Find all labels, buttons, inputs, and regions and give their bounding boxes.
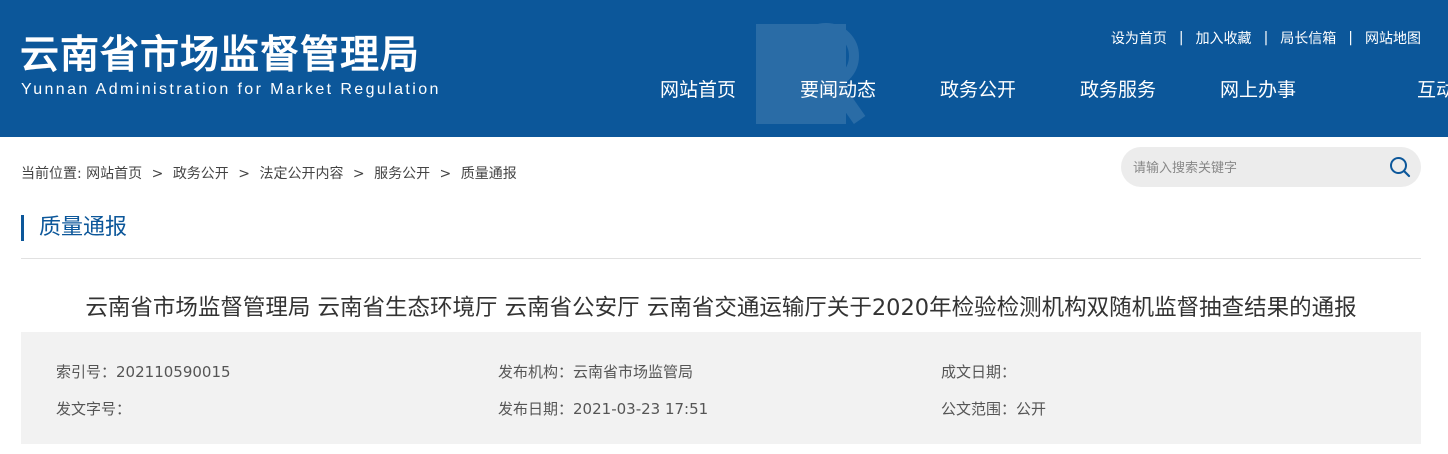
nav-item-gov-affairs[interactable]: 政务公开: [908, 70, 1048, 110]
meta-publisher-label: 发布机构：: [498, 363, 574, 381]
breadcrumb-separator: >: [439, 166, 452, 182]
section-title: 质量通报: [21, 215, 127, 241]
search-box: [1121, 147, 1421, 187]
meta-written-date-label: 成文日期：: [941, 363, 1017, 381]
meta-scope-value: 公开: [1016, 400, 1047, 418]
meta-publish-date: 发布日期：2021-03-23 17:51: [498, 398, 708, 419]
breadcrumb-prefix: 当前位置:: [21, 166, 82, 182]
meta-index: 索引号：202110590015: [56, 361, 231, 382]
meta-row: 索引号：202110590015 发布机构：云南省市场监管局 成文日期：: [21, 361, 1421, 381]
meta-scope-label: 公文范围：: [941, 400, 1017, 418]
site-logo-title[interactable]: 云南省市场监督管理局: [20, 24, 420, 80]
nav-item-online-services[interactable]: 网上办事: [1188, 70, 1328, 110]
meta-publisher: 发布机构：云南省市场监管局: [498, 361, 693, 382]
meta-publish-date-value: 2021-03-23 17:51: [573, 400, 709, 418]
director-mailbox-link[interactable]: 局长信箱: [1280, 28, 1336, 48]
breadcrumb-item-statutory[interactable]: 法定公开内容: [259, 166, 343, 182]
nav-item-gov-services[interactable]: 政务服务: [1048, 70, 1188, 110]
breadcrumb-separator: >: [151, 166, 164, 182]
breadcrumb-item-service[interactable]: 服务公开: [374, 166, 430, 182]
utility-links: 设为首页 | 加入收藏 | 局长信箱 | 网站地图: [1111, 28, 1421, 48]
meta-scope: 公文范围：公开: [941, 398, 1046, 419]
set-homepage-link[interactable]: 设为首页: [1111, 28, 1167, 48]
article-title: 云南省市场监督管理局 云南省生态环境厅 云南省公安厅 云南省交通运输厅关于202…: [85, 295, 1357, 321]
meta-doc-number: 发文字号：: [56, 398, 131, 419]
breadcrumb: 当前位置: 网站首页 > 政务公开 > 法定公开内容 > 服务公开 > 质量通报: [21, 163, 517, 183]
link-separator: |: [1348, 30, 1353, 46]
nav-item-interaction[interactable]: 互动交流: [1328, 70, 1448, 110]
meta-row: 发文字号： 发布日期：2021-03-23 17:51 公文范围：公开: [21, 398, 1421, 418]
sitemap-link[interactable]: 网站地图: [1365, 28, 1421, 48]
meta-publisher-value: 云南省市场监管局: [573, 363, 694, 381]
meta-index-label: 索引号：: [56, 363, 117, 381]
section-divider: [21, 258, 1421, 259]
meta-publish-date-label: 发布日期：: [498, 400, 574, 418]
site-logo-subtitle: Yunnan Administration for Market Regulat…: [21, 81, 441, 98]
breadcrumb-item-gov-affairs[interactable]: 政务公开: [173, 166, 229, 182]
breadcrumb-separator: >: [352, 166, 365, 182]
nav-item-home[interactable]: 网站首页: [628, 70, 768, 110]
meta-doc-number-label: 发文字号：: [56, 400, 132, 418]
main-nav: 网站首页 要闻动态 政务公开 政务服务 网上办事 互动交流: [628, 70, 1448, 110]
meta-index-value: 202110590015: [116, 363, 231, 381]
breadcrumb-item-home[interactable]: 网站首页: [86, 166, 142, 182]
site-header: 云南省市场监督管理局 Yunnan Administration for Mar…: [0, 0, 1448, 137]
nav-item-news[interactable]: 要闻动态: [768, 70, 908, 110]
breadcrumb-item-quality[interactable]: 质量通报: [461, 166, 517, 182]
breadcrumb-separator: >: [238, 166, 250, 182]
search-icon[interactable]: [1389, 156, 1411, 178]
add-favorite-link[interactable]: 加入收藏: [1196, 28, 1252, 48]
meta-written-date: 成文日期：: [941, 361, 1016, 382]
document-meta-box: 索引号：202110590015 发布机构：云南省市场监管局 成文日期： 发文字…: [21, 332, 1421, 444]
search-input[interactable]: [1133, 147, 1383, 187]
link-separator: |: [1178, 30, 1184, 46]
link-separator: |: [1263, 30, 1269, 46]
